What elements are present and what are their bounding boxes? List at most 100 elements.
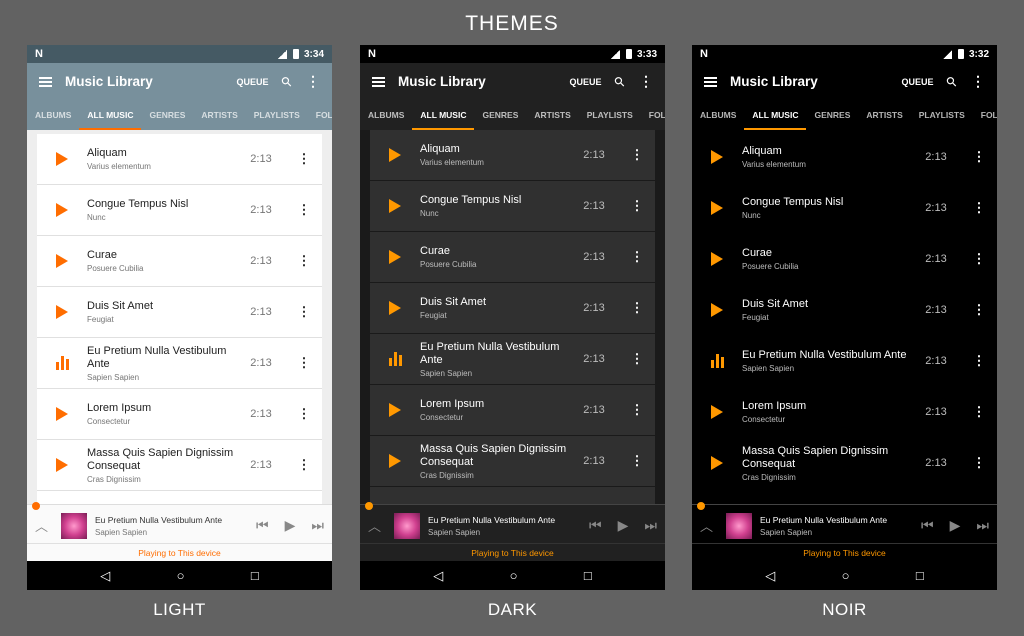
song-item[interactable]: Duis Sit Amet Feugiat 2:13 ⋮: [370, 283, 655, 334]
previous-icon[interactable]: ⏮: [921, 517, 934, 534]
song-list[interactable]: Aliquam Varius elementum 2:13 ⋮ Congue Tempu…: [360, 130, 665, 504]
search-icon[interactable]: ⚲: [943, 72, 961, 90]
song-item[interactable]: Curae Posuere Cubilia 2:13 ⋮: [370, 232, 655, 283]
play-icon[interactable]: [692, 252, 742, 266]
song-menu-icon[interactable]: ⋮: [961, 404, 997, 420]
song-item[interactable]: Curae Posuere Cubilia 2:13 ⋮: [692, 234, 997, 285]
search-icon[interactable]: ⚲: [278, 72, 296, 90]
mini-player[interactable]: ︿ Eu Pretium Nulla Vestibulum Ante Sapien …: [360, 508, 665, 543]
play-icon[interactable]: [37, 407, 87, 421]
next-icon[interactable]: ⏭: [311, 517, 324, 534]
tab-playlists[interactable]: PLAYLISTS: [254, 100, 300, 130]
play-icon[interactable]: [37, 305, 87, 319]
recents-icon[interactable]: □: [584, 568, 592, 583]
next-icon[interactable]: ⏭: [644, 517, 657, 534]
progress-bar[interactable]: [360, 502, 665, 510]
tab-playlists[interactable]: PLAYLISTS: [587, 100, 633, 130]
song-menu-icon[interactable]: ⋮: [961, 302, 997, 318]
song-menu-icon[interactable]: ⋮: [286, 253, 322, 269]
song-item[interactable]: Lorem Ipsum Consectetur 2:13 ⋮: [370, 385, 655, 436]
song-item[interactable]: Maximus Magna2:13⋮: [370, 487, 655, 504]
play-icon[interactable]: [370, 403, 420, 417]
home-icon[interactable]: ○: [177, 568, 185, 583]
song-menu-icon[interactable]: ⋮: [619, 453, 655, 469]
tab-all-music[interactable]: ALL MUSIC: [412, 100, 475, 130]
song-item[interactable]: Eu Pretium Nulla Vestibulum Ante Sapien S…: [692, 336, 997, 387]
song-item[interactable]: Duis Sit Amet Feugiat 2:13 ⋮: [692, 285, 997, 336]
home-icon[interactable]: ○: [842, 568, 850, 583]
play-icon[interactable]: [37, 203, 87, 217]
song-menu-icon[interactable]: ⋮: [619, 249, 655, 265]
song-list[interactable]: Aliquam Varius elementum 2:13 ⋮ Congue Tempu…: [27, 130, 332, 504]
play-icon[interactable]: ▶: [950, 517, 961, 534]
song-item[interactable]: Eu Pretium Nulla Vestibulum Ante Sapien S…: [37, 338, 322, 389]
song-item[interactable]: Massa Quis Sapien Dignissim Consequat Cra…: [37, 440, 322, 491]
tab-all-music[interactable]: ALL MUSIC: [744, 100, 807, 130]
song-menu-icon[interactable]: ⋮: [619, 198, 655, 214]
tab-artists[interactable]: ARTISTS: [866, 100, 902, 130]
queue-button[interactable]: QUEUE: [569, 77, 601, 87]
tab-genres[interactable]: GENRES: [814, 100, 850, 130]
menu-icon[interactable]: [39, 76, 52, 87]
tab-artists[interactable]: ARTISTS: [534, 100, 570, 130]
tab-genres[interactable]: GENRES: [149, 100, 185, 130]
song-menu-icon[interactable]: ⋮: [286, 406, 322, 422]
song-item[interactable]: Aliquam Varius elementum 2:13 ⋮: [370, 130, 655, 181]
search-icon[interactable]: ⚲: [611, 72, 629, 90]
play-icon[interactable]: [370, 148, 420, 162]
song-item[interactable]: Lorem Ipsum Consectetur 2:13 ⋮: [692, 387, 997, 438]
play-icon[interactable]: [692, 150, 742, 164]
song-menu-icon[interactable]: ⋮: [286, 457, 322, 473]
mini-player[interactable]: ︿ Eu Pretium Nulla Vestibulum Ante Sapien …: [692, 508, 997, 543]
play-icon[interactable]: [370, 250, 420, 264]
song-menu-icon[interactable]: ⋮: [961, 353, 997, 369]
menu-icon[interactable]: [704, 76, 717, 87]
song-item[interactable]: Massa Quis Sapien Dignissim Consequat Cra…: [692, 438, 997, 489]
progress-knob[interactable]: [365, 502, 373, 510]
song-item[interactable]: Massa Quis Sapien Dignissim Consequat Cra…: [370, 436, 655, 487]
back-icon[interactable]: ◁: [100, 568, 110, 584]
expand-icon[interactable]: ︿: [700, 516, 718, 535]
play-icon[interactable]: [37, 152, 87, 166]
queue-button[interactable]: QUEUE: [236, 77, 268, 87]
song-item[interactable]: Duis Sit Amet Feugiat 2:13 ⋮: [37, 287, 322, 338]
back-icon[interactable]: ◁: [433, 568, 443, 584]
song-item[interactable]: Aliquam Varius elementum 2:13 ⋮: [692, 132, 997, 183]
progress-knob[interactable]: [32, 502, 40, 510]
play-icon[interactable]: ▶: [618, 517, 629, 534]
tab-genres[interactable]: GENRES: [482, 100, 518, 130]
song-menu-icon[interactable]: ⋮: [961, 455, 997, 471]
play-icon[interactable]: [370, 301, 420, 315]
tab-albums[interactable]: ALBUMS: [35, 100, 71, 130]
tab-playlists[interactable]: PLAYLISTS: [919, 100, 965, 130]
equalizer-icon[interactable]: [37, 356, 87, 370]
equalizer-icon[interactable]: [370, 352, 420, 366]
next-icon[interactable]: ⏭: [976, 517, 989, 534]
previous-icon[interactable]: ⏮: [589, 517, 602, 534]
progress-knob[interactable]: [697, 502, 705, 510]
song-menu-icon[interactable]: ⋮: [961, 200, 997, 216]
song-item[interactable]: Maximus Magna2:13⋮: [692, 489, 997, 504]
recents-icon[interactable]: □: [251, 568, 259, 583]
tab-folde[interactable]: FOLDE: [649, 100, 665, 130]
more-options-icon[interactable]: ⋮: [971, 73, 985, 90]
song-menu-icon[interactable]: ⋮: [286, 304, 322, 320]
tab-albums[interactable]: ALBUMS: [368, 100, 404, 130]
song-menu-icon[interactable]: ⋮: [619, 147, 655, 163]
recents-icon[interactable]: □: [916, 568, 924, 583]
song-item[interactable]: Congue Tempus Nisl Nunc 2:13 ⋮: [692, 183, 997, 234]
song-menu-icon[interactable]: ⋮: [619, 402, 655, 418]
tab-all-music[interactable]: ALL MUSIC: [79, 100, 142, 130]
play-icon[interactable]: [692, 201, 742, 215]
tab-folde[interactable]: FOLDE: [981, 100, 997, 130]
play-icon[interactable]: [37, 254, 87, 268]
mini-player[interactable]: ︿ Eu Pretium Nulla Vestibulum Ante Sapien …: [27, 508, 332, 543]
progress-bar[interactable]: [692, 502, 997, 510]
song-item[interactable]: Congue Tempus Nisl Nunc 2:13 ⋮: [37, 185, 322, 236]
play-icon[interactable]: [692, 456, 742, 470]
song-item[interactable]: Aliquam Varius elementum 2:13 ⋮: [37, 134, 322, 185]
more-options-icon[interactable]: ⋮: [306, 73, 320, 90]
song-item[interactable]: Congue Tempus Nisl Nunc 2:13 ⋮: [370, 181, 655, 232]
home-icon[interactable]: ○: [510, 568, 518, 583]
tab-folde[interactable]: FOLDE: [316, 100, 332, 130]
